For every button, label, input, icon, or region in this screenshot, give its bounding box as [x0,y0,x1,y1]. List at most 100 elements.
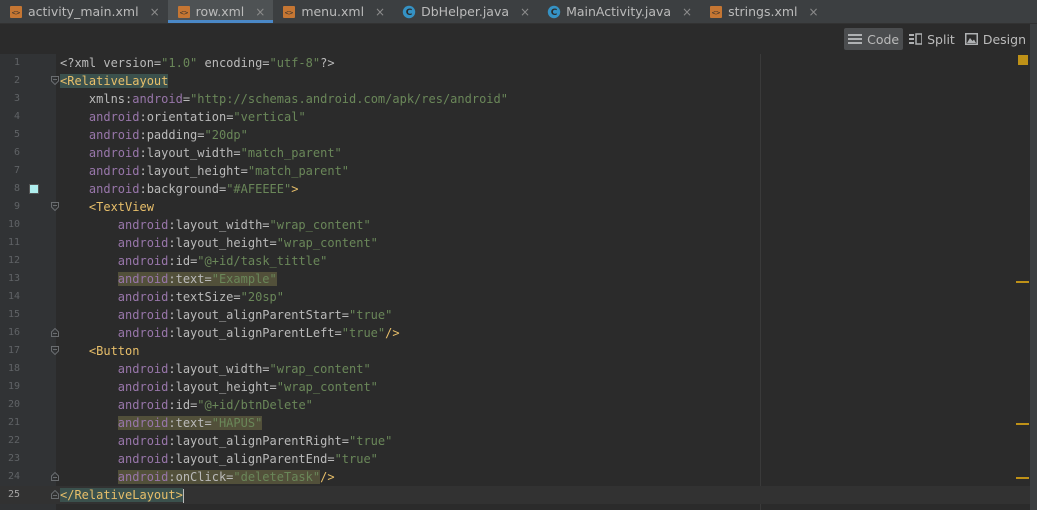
code-text: xmlns:android="http://schemas.android.co… [88,92,508,106]
code-text: android:layout_height="match_parent" [88,164,350,178]
code-text: android:text="HAPUS" [117,416,263,430]
editor-tab[interactable]: C MainActivity.java × [538,0,700,23]
code-text: android:orientation="vertical" [88,110,306,124]
fold-toggle-icon[interactable] [51,472,59,481]
tab-label: row.xml [195,4,245,19]
close-tab-icon[interactable]: × [809,5,819,19]
code-line[interactable]: 2 <RelativeLayout [0,72,1030,90]
svg-text:C: C [551,8,558,18]
code-line[interactable]: 7 android:layout_height="match_parent" [0,162,1030,180]
code-text: android:layout_width="match_parent" [88,146,342,160]
line-number: 13 [7,273,20,284]
line-number: 21 [7,417,20,428]
svg-text:<>: <> [12,9,20,17]
code-text: android:onClick="deleteTask"/> [117,470,335,484]
line-number: 2 [13,75,20,86]
code-text: android:layout_height="wrap_content" [117,236,378,250]
fold-toggle-icon[interactable] [51,328,59,337]
close-tab-icon[interactable]: × [375,5,385,19]
editor-tab[interactable]: <> row.xml × [167,0,274,23]
close-tab-icon[interactable]: × [520,5,530,19]
code-line[interactable]: 19 android:layout_height="wrap_content" [0,378,1030,396]
code-line[interactable]: 18 android:layout_width="wrap_content" [0,360,1030,378]
line-number: 12 [7,255,20,266]
code-line[interactable]: 25 </RelativeLayout> [0,486,1030,504]
code-line[interactable]: 1 <?xml version="1.0" encoding="utf-8"?> [0,54,1030,72]
line-number: 3 [13,93,20,104]
code-line[interactable]: 9 <TextView [0,198,1030,216]
fold-toggle-icon[interactable] [51,346,59,355]
line-number: 9 [13,201,20,212]
split-view-label: Split [927,31,955,47]
code-line[interactable]: 6 android:layout_width="match_parent" [0,144,1030,162]
line-number: 15 [7,309,20,320]
code-line[interactable]: 12 android:id="@+id/task_tittle" [0,252,1030,270]
code-view-button[interactable]: Code [844,28,904,50]
code-text: android:layout_alignParentStart="true" [117,308,393,322]
line-number: 8 [13,183,20,194]
code-line[interactable]: 8 android:background="#AFEEEE"> [0,180,1030,198]
code-text: android:padding="20dp" [88,128,248,142]
code-line[interactable]: 20 android:id="@+id/btnDelete" [0,396,1030,414]
fold-toggle-icon[interactable] [51,202,59,211]
warning-status-icon[interactable] [1018,55,1028,65]
xml-file-icon: <> [282,5,296,19]
tab-label: MainActivity.java [566,4,672,19]
close-tab-icon[interactable]: × [255,5,265,19]
code-line[interactable]: 10 android:layout_width="wrap_content" [0,216,1030,234]
code-line[interactable]: 21 android:text="HAPUS" [0,414,1030,432]
split-view-button[interactable]: Split [905,28,959,50]
editor-tab-bar: <> activity_main.xml × <> row.xml × <> menu.xml… [0,0,1037,24]
editor-tab[interactable]: <> menu.xml × [273,0,393,23]
line-number: 23 [7,453,20,464]
line-number: 4 [13,111,20,122]
code-line[interactable]: 14 android:textSize="20sp" [0,288,1030,306]
code-text: <TextView [88,200,154,214]
code-text: android:background="#AFEEEE"> [88,182,299,196]
warning-marker[interactable] [1016,423,1029,425]
close-tab-icon[interactable]: × [682,5,692,19]
line-number: 20 [7,399,20,410]
code-text: android:textSize="20sp" [117,290,284,304]
code-text: android:layout_alignParentLeft="true"/> [117,326,400,340]
warning-marker[interactable] [1016,477,1029,479]
code-line[interactable]: 3 xmlns:android="http://schemas.android.… [0,90,1030,108]
line-number: 22 [7,435,20,446]
xml-file-icon: <> [177,5,191,19]
text-caret [182,488,184,503]
tab-label: DbHelper.java [421,4,510,19]
code-line[interactable]: 24 android:onClick="deleteTask"/> [0,468,1030,486]
code-line[interactable]: 17 <Button [0,342,1030,360]
warning-marker[interactable] [1016,281,1029,283]
code-text: <RelativeLayout [60,74,169,88]
code-line[interactable]: 5 android:padding="20dp" [0,126,1030,144]
code-text: android:text="Example" [117,272,277,286]
code-text: android:layout_width="wrap_content" [117,218,371,232]
line-number: 5 [13,129,20,140]
code-text: <?xml version="1.0" encoding="utf-8"?> [60,56,335,70]
code-line[interactable]: 13 android:text="Example" [0,270,1030,288]
right-tool-strip[interactable] [1030,24,1037,510]
editor-tab[interactable]: <> strings.xml × [700,0,826,23]
line-number: 16 [7,327,20,338]
tab-label: activity_main.xml [28,4,139,19]
line-number: 25 [7,489,20,500]
code-line[interactable]: 4 android:orientation="vertical" [0,108,1030,126]
color-preview-swatch[interactable] [29,184,39,194]
editor-tab[interactable]: <> activity_main.xml × [0,0,168,23]
code-line[interactable]: 11 android:layout_height="wrap_content" [0,234,1030,252]
svg-text:C: C [406,8,413,18]
editor-tab[interactable]: C DbHelper.java × [393,0,538,23]
design-view-label: Design [982,31,1026,47]
code-editor[interactable]: 1 <?xml version="1.0" encoding="utf-8"?> 2… [0,54,1030,510]
design-view-button[interactable]: Design [961,28,1030,50]
code-line[interactable]: 22 android:layout_alignParentRight="true… [0,432,1030,450]
code-line[interactable]: 23 android:layout_alignParentEnd="true" [0,450,1030,468]
close-tab-icon[interactable]: × [150,5,160,19]
code-line[interactable]: 16 android:layout_alignParentLeft="true"… [0,324,1030,342]
fold-toggle-icon[interactable] [51,76,59,85]
code-line[interactable]: 15 android:layout_alignParentStart="true… [0,306,1030,324]
design-view-icon [964,33,978,45]
tab-label: strings.xml [728,4,798,19]
fold-toggle-icon[interactable] [51,490,59,499]
